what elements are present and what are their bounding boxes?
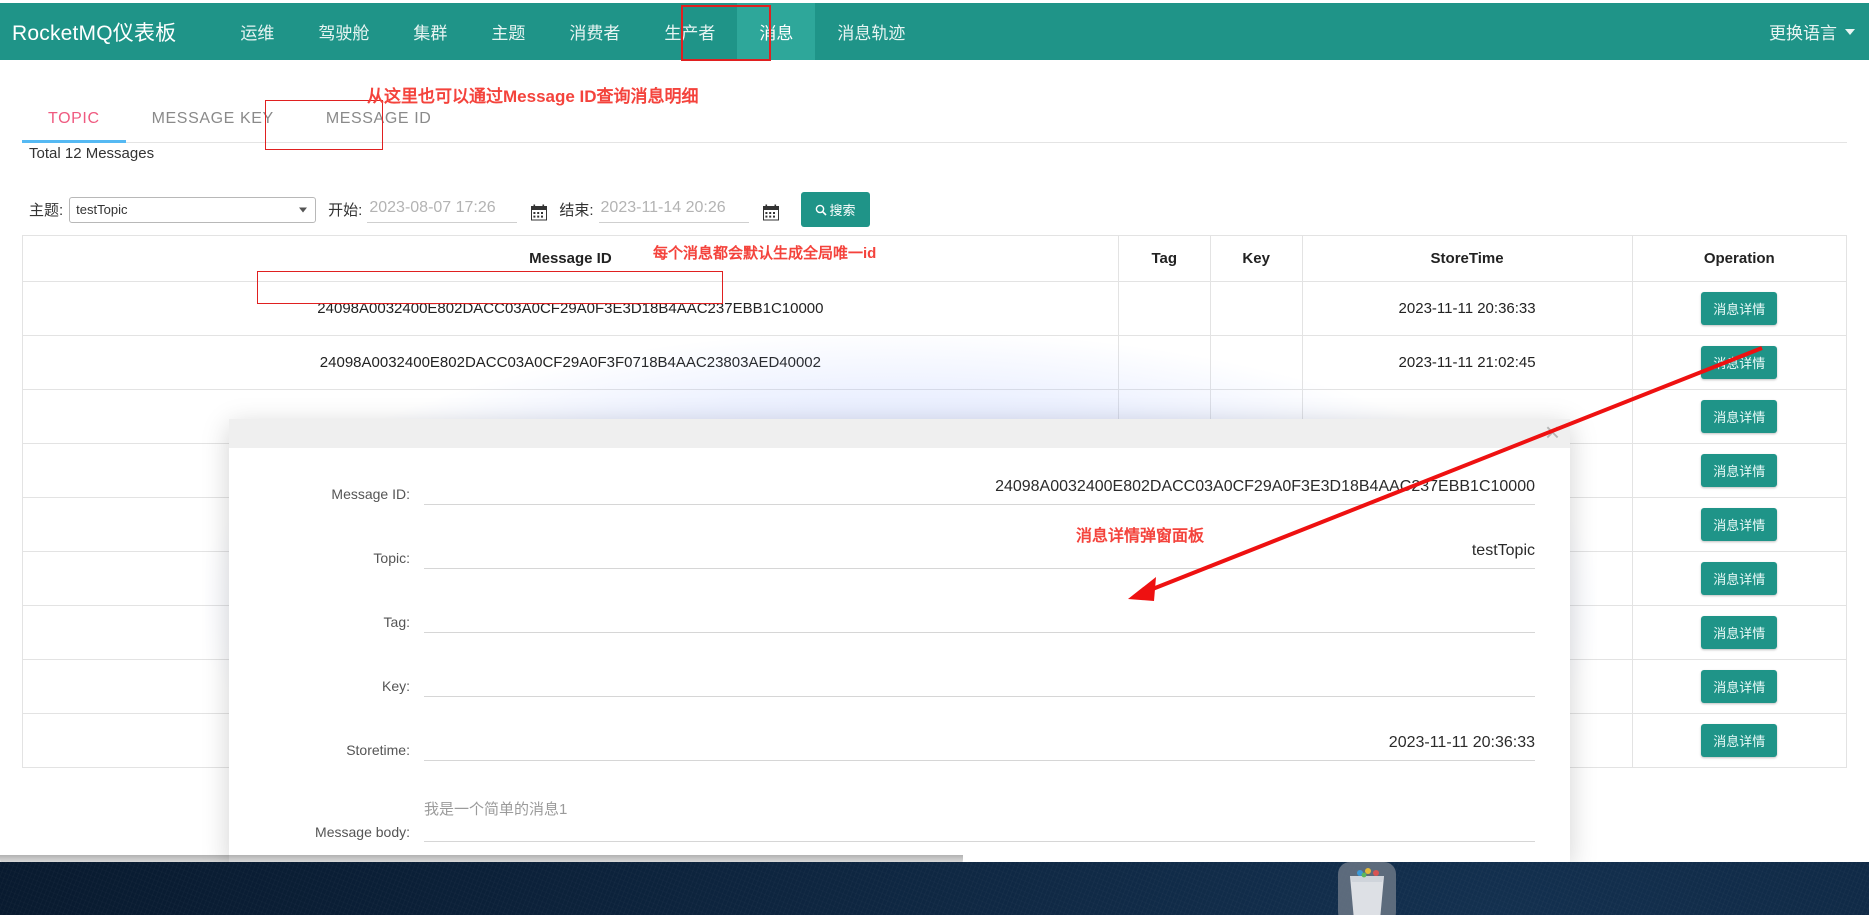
column-header-message-id: Message ID bbox=[22, 235, 1119, 282]
annotation-modal-note: 消息详情弹窗面板 bbox=[1076, 528, 1205, 545]
modal-field-tag: Tag: bbox=[264, 606, 1535, 633]
column-header-storetime: StoreTime bbox=[1301, 235, 1633, 282]
message-detail-button[interactable]: 消息详情 bbox=[1701, 616, 1778, 649]
cell-tag bbox=[1117, 335, 1211, 390]
search-icon bbox=[815, 204, 827, 216]
modal-label-topic: Topic: bbox=[373, 550, 410, 566]
nav-item-jiashicang[interactable]: 驾驶舱 bbox=[296, 3, 391, 60]
topic-label: 主题: bbox=[29, 202, 64, 219]
chevron-down-icon bbox=[299, 207, 308, 212]
search-toolbar: 主题: testTopic 开始: 2023-08-07 17:26 结束: 2… bbox=[29, 192, 870, 227]
cell-operation: 消息详情 bbox=[1631, 605, 1848, 660]
column-header-key: Key bbox=[1209, 235, 1303, 282]
message-detail-modal: × Message ID: 24098A0032400E802DACC03A0C… bbox=[229, 419, 1570, 862]
annotation-header-note: 每个消息都会默认生成全局唯一id bbox=[653, 245, 877, 262]
cell-storetime: 2023-11-11 21:02:45 bbox=[1301, 335, 1633, 390]
screen: RocketMQ仪表板 运维 驾驶舱 集群 主题 消费者 生产者 消息 消息轨迹… bbox=[0, 0, 1869, 915]
table-row[interactable]: 24098A0032400E802DACC03A0CF29A0F3E3D18B4… bbox=[22, 281, 1848, 336]
total-messages-text: Total 12 Messages bbox=[29, 145, 155, 162]
message-detail-button[interactable]: 消息详情 bbox=[1701, 292, 1778, 325]
cell-key bbox=[1209, 281, 1303, 336]
modal-label-message-body: Message body: bbox=[315, 824, 410, 840]
cell-operation: 消息详情 bbox=[1631, 281, 1848, 336]
modal-value-message-id: 24098A0032400E802DACC03A0CF29A0F3E3D18B4… bbox=[995, 478, 1535, 495]
cell-operation: 消息详情 bbox=[1631, 713, 1848, 768]
message-detail-button[interactable]: 消息详情 bbox=[1701, 670, 1778, 703]
end-date-input[interactable] bbox=[598, 196, 749, 223]
cell-operation: 消息详情 bbox=[1631, 659, 1848, 714]
column-header-operation: Operation bbox=[1631, 235, 1848, 282]
modal-field-message-id: Message ID: 24098A0032400E802DACC03A0CF2… bbox=[264, 478, 1535, 505]
message-detail-button[interactable]: 消息详情 bbox=[1701, 508, 1778, 541]
nav-item-shengchanzhe[interactable]: 生产者 bbox=[642, 3, 737, 60]
message-detail-button[interactable]: 消息详情 bbox=[1701, 562, 1778, 595]
message-detail-button[interactable]: 消息详情 bbox=[1701, 454, 1778, 487]
modal-value-topic: testTopic bbox=[1471, 542, 1535, 559]
message-detail-button[interactable]: 消息详情 bbox=[1701, 724, 1778, 757]
modal-label-message-id: Message ID: bbox=[331, 486, 410, 502]
calendar-icon[interactable] bbox=[531, 204, 548, 221]
begin-label: 开始: bbox=[328, 201, 363, 219]
topic-select[interactable]: testTopic bbox=[69, 196, 317, 223]
cell-operation: 消息详情 bbox=[1631, 389, 1848, 444]
modal-value-message-body: 我是一个简单的消息1 bbox=[424, 798, 1535, 842]
modal-label-tag: Tag: bbox=[383, 614, 410, 630]
message-detail-button[interactable]: 消息详情 bbox=[1701, 400, 1778, 433]
nav-item-jiqun[interactable]: 集群 bbox=[391, 3, 469, 60]
search-button[interactable]: 搜索 bbox=[800, 192, 870, 227]
cell-message-id: 24098A0032400E802DACC03A0CF29A0F3F0718B4… bbox=[22, 335, 1119, 390]
app-brand[interactable]: RocketMQ仪表板 bbox=[12, 17, 176, 47]
cell-message-id: 24098A0032400E802DACC03A0CF29A0F3E3D18B4… bbox=[22, 281, 1119, 336]
begin-date-input[interactable] bbox=[367, 196, 518, 223]
message-detail-button[interactable]: 消息详情 bbox=[1701, 346, 1778, 379]
modal-field-topic: Topic: testTopic bbox=[264, 542, 1535, 569]
modal-body: Message ID: 24098A0032400E802DACC03A0CF2… bbox=[229, 448, 1570, 842]
window-bottom-shadow bbox=[0, 855, 963, 862]
end-date-group: 结束: bbox=[559, 196, 779, 223]
modal-label-storetime: Storetime: bbox=[346, 742, 410, 758]
modal-field-message-body: Message body: 我是一个简单的消息1 bbox=[264, 798, 1535, 842]
cell-operation: 消息详情 bbox=[1631, 443, 1848, 498]
table-row[interactable]: 24098A0032400E802DACC03A0CF29A0F3F0718B4… bbox=[22, 335, 1848, 390]
top-navbar: RocketMQ仪表板 运维 驾驶舱 集群 主题 消费者 生产者 消息 消息轨迹… bbox=[0, 3, 1869, 60]
tab-topic[interactable]: TOPIC bbox=[22, 98, 126, 143]
column-header-tag: Tag bbox=[1117, 235, 1211, 282]
modal-value-key bbox=[424, 670, 1535, 690]
tabs-bar: TOPIC MESSAGE KEY MESSAGE ID bbox=[0, 98, 1869, 143]
modal-field-storetime: Storetime: 2023-11-11 20:36:33 bbox=[264, 734, 1535, 761]
cell-storetime: 2023-11-11 20:36:33 bbox=[1301, 281, 1633, 336]
nav-items: 运维 驾驶舱 集群 主题 消费者 生产者 消息 消息轨迹 bbox=[218, 3, 927, 60]
nav-item-yunwei[interactable]: 运维 bbox=[218, 3, 296, 60]
modal-label-key: Key: bbox=[381, 678, 410, 694]
modal-field-key: Key: bbox=[264, 670, 1535, 697]
nav-item-zhuti[interactable]: 主题 bbox=[469, 3, 547, 60]
nav-item-xiaoxi[interactable]: 消息 bbox=[737, 3, 816, 60]
modal-value-tag bbox=[424, 606, 1535, 626]
topic-select-value: testTopic bbox=[76, 202, 128, 217]
modal-header: × bbox=[229, 419, 1570, 448]
cell-key bbox=[1209, 335, 1303, 390]
tab-message-key[interactable]: MESSAGE KEY bbox=[126, 98, 300, 142]
modal-value-storetime: 2023-11-11 20:36:33 bbox=[1388, 734, 1535, 751]
close-icon[interactable]: × bbox=[1545, 419, 1560, 445]
end-label: 结束: bbox=[559, 201, 594, 219]
language-switcher[interactable]: 更换语言 bbox=[1769, 3, 1855, 60]
cell-operation: 消息详情 bbox=[1631, 551, 1848, 606]
cell-operation: 消息详情 bbox=[1631, 335, 1848, 390]
trash-icon[interactable] bbox=[1338, 862, 1396, 915]
nav-item-xiaofeizhe[interactable]: 消费者 bbox=[547, 3, 642, 60]
begin-date-group: 开始: bbox=[328, 196, 548, 223]
search-button-label: 搜索 bbox=[829, 203, 856, 218]
calendar-icon[interactable] bbox=[762, 204, 779, 221]
annotation-tabs-note: 从这里也可以通过Message ID查询消息明细 bbox=[367, 87, 699, 106]
cell-tag bbox=[1117, 281, 1211, 336]
nav-item-xiaoxiguiji[interactable]: 消息轨迹 bbox=[815, 3, 927, 60]
cell-operation: 消息详情 bbox=[1631, 497, 1848, 552]
browser-window: RocketMQ仪表板 运维 驾驶舱 集群 主题 消费者 生产者 消息 消息轨迹… bbox=[0, 0, 1869, 862]
table-header-row: Message ID Tag Key StoreTime Operation bbox=[22, 235, 1848, 282]
language-switcher-label: 更换语言 bbox=[1769, 24, 1837, 43]
chevron-down-icon bbox=[1845, 28, 1855, 35]
